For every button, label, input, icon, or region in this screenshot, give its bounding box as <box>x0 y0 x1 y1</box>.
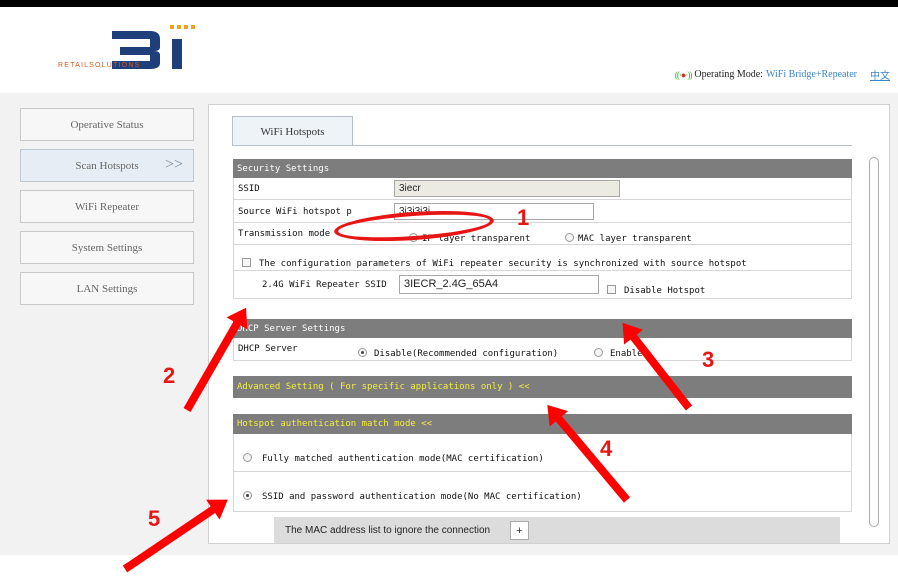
mac-ignore-list: The MAC address list to ignore the conne… <box>274 517 840 543</box>
sidebar-item-label: Scan Hotspots <box>75 159 139 172</box>
chevron-right-icon: >> <box>164 156 183 173</box>
repeater-ssid-label: 2.4G WiFi Repeater SSID <box>262 280 387 290</box>
logo-text: RETAILSOLUTIONS <box>58 62 141 69</box>
sidebar-item-label: Operative Status <box>70 118 144 131</box>
sidebar-item-lan-settings[interactable]: LAN Settings <box>20 272 194 305</box>
disable-hotspot-label: Disable Hotspot <box>624 286 706 296</box>
sync-checkbox[interactable] <box>242 257 251 267</box>
auth-ssid-radio[interactable] <box>243 490 252 500</box>
annotation-number-4: 4 <box>600 436 613 461</box>
dhcp-disable-radio[interactable] <box>358 347 367 357</box>
mode-prefix: Operating Mode: <box>694 69 763 80</box>
disable-hotspot-option[interactable]: Disable Hotspot <box>607 280 705 298</box>
mode-value: WiFi Bridge+Repeater <box>765 69 857 80</box>
sync-option[interactable]: The configuration parameters of WiFi rep… <box>242 253 747 271</box>
auth-full-option[interactable]: Fully matched authentication mode(MAC ce… <box>243 448 544 466</box>
repeater-ssid-row: 2.4G WiFi Repeater SSID 3IECR_2.4G_65A4 … <box>233 271 852 299</box>
annotation-number-3: 3 <box>702 347 715 372</box>
mac-layer-radio[interactable] <box>565 232 574 242</box>
source-password-row: Source WiFi hotspot p 3i3i3i3i <box>233 200 852 223</box>
mac-layer-option[interactable]: MAC layer transparent <box>565 228 692 246</box>
sidebar-item-system-settings[interactable]: System Settings <box>20 231 194 264</box>
wifi-signal-icon: ((·●·)) <box>674 69 692 80</box>
sidebar-item-label: System Settings <box>71 241 143 254</box>
auth-full-row: Fully matched authentication mode(MAC ce… <box>233 434 852 472</box>
main-panel: WiFi Hotspots Security Settings SSID 3ie… <box>208 104 890 544</box>
ssid-row: SSID 3iecr <box>233 178 852 200</box>
sidebar-item-operative-status[interactable]: Operative Status <box>20 108 194 141</box>
dhcp-disable-label: Disable(Recommended configuration) <box>374 349 559 359</box>
tab-wifi-hotspots[interactable]: WiFi Hotspots <box>232 116 353 146</box>
source-password-label: Source WiFi hotspot p <box>238 207 352 217</box>
dhcp-disable-option[interactable]: Disable(Recommended configuration) <box>358 343 558 361</box>
advanced-setting-header[interactable]: Advanced Setting ( For specific applicat… <box>233 376 852 398</box>
sidebar-item-wifi-repeater[interactable]: WiFi Repeater <box>20 190 194 223</box>
sync-label: The configuration parameters of WiFi rep… <box>259 259 747 269</box>
sidebar: Operative Status Scan Hotspots >> WiFi R… <box>20 108 194 313</box>
auth-full-label: Fully matched authentication mode(MAC ce… <box>262 454 544 464</box>
auth-ssid-row: SSID and password authentication mode(No… <box>233 472 852 512</box>
ssid-label: SSID <box>238 184 260 194</box>
sidebar-item-scan-hotspots[interactable]: Scan Hotspots >> <box>20 149 194 182</box>
security-settings-header: Security Settings <box>233 159 852 178</box>
dhcp-enable-radio[interactable] <box>594 347 603 357</box>
dhcp-server-row: DHCP Server Disable(Recommended configur… <box>233 338 852 361</box>
add-mac-button[interactable]: + <box>510 521 529 540</box>
auth-ssid-option[interactable]: SSID and password authentication mode(No… <box>243 486 582 504</box>
auth-full-radio[interactable] <box>243 452 252 462</box>
dhcp-server-label: DHCP Server <box>238 344 298 354</box>
auth-ssid-label: SSID and password authentication mode(No… <box>262 492 582 502</box>
ssid-field[interactable]: 3iecr <box>394 180 620 197</box>
sidebar-item-label: LAN Settings <box>76 282 138 295</box>
disable-hotspot-checkbox[interactable] <box>607 284 616 294</box>
sync-row: The configuration parameters of WiFi rep… <box>233 245 852 271</box>
top-border <box>0 0 898 7</box>
language-link[interactable]: 中文 <box>870 67 890 82</box>
mac-layer-label: MAC layer transparent <box>578 234 692 244</box>
dhcp-enable-label: Enable <box>610 349 643 359</box>
sidebar-item-label: WiFi Repeater <box>74 200 139 213</box>
header: RETAILSOLUTIONS ((·●·)) Operating Mode: … <box>20 7 898 93</box>
operating-mode: ((·●·)) Operating Mode: WiFi Bridge+Repe… <box>675 67 890 82</box>
annotation-number-5: 5 <box>148 506 161 531</box>
scrollbar[interactable] <box>869 157 879 527</box>
transmission-mode-row: Transmission mode IP layer transparent M… <box>233 223 852 245</box>
annotation-number-2: 2 <box>163 363 176 388</box>
annotation-number-1: 1 <box>517 205 530 230</box>
mac-ignore-label: The MAC address list to ignore the conne… <box>285 525 491 536</box>
tab-divider <box>232 145 852 146</box>
repeater-ssid-field[interactable]: 3IECR_2.4G_65A4 <box>399 275 599 294</box>
dhcp-settings-header: DHCP Server Settings <box>233 319 852 338</box>
transmission-mode-label: Transmission mode <box>238 229 331 239</box>
